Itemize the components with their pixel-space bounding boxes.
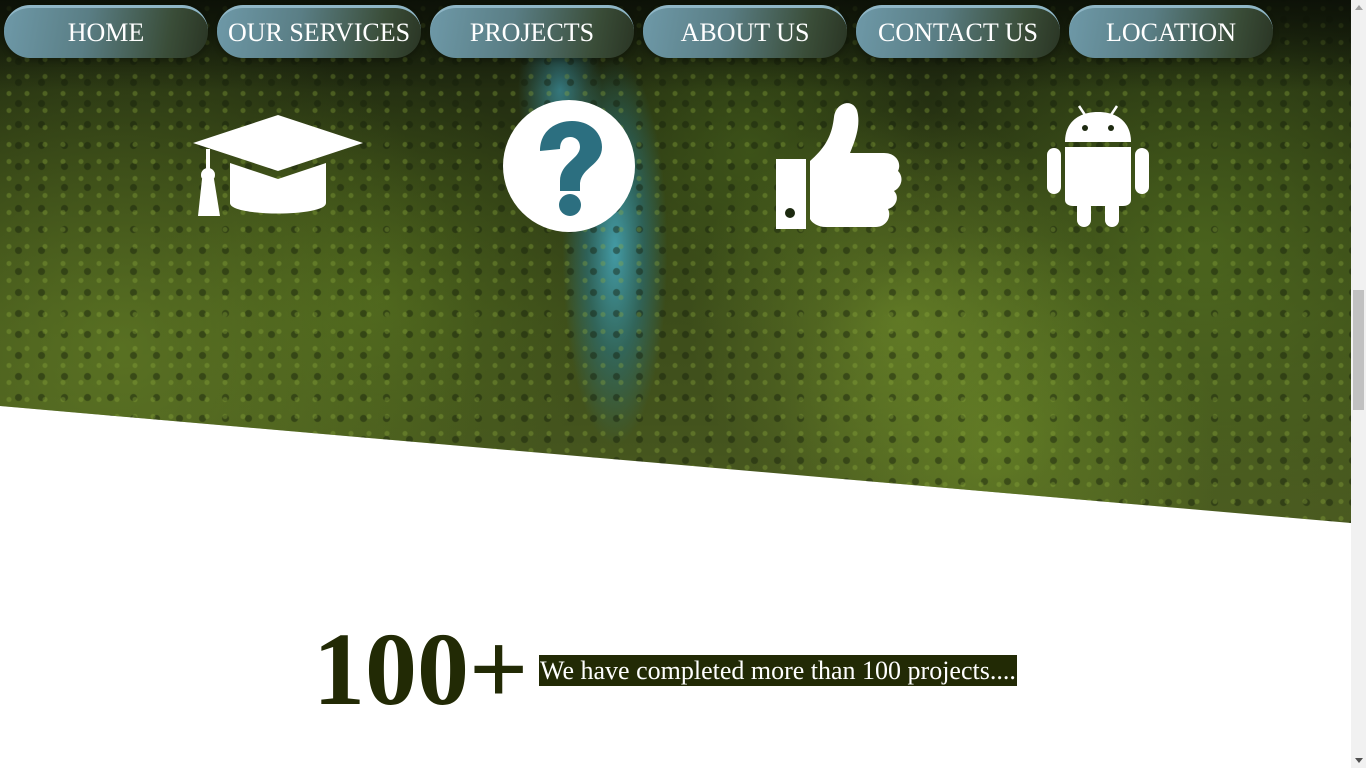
scrollbar-thumb[interactable] [1353,290,1364,410]
nav-location-button[interactable]: LOCATION [1069,5,1273,58]
vertical-scrollbar[interactable] [1351,0,1366,768]
nav-home-button[interactable]: HOME [4,5,208,58]
thumbs-up-icon [772,97,904,237]
page-content: HOME OUR SERVICES PROJECTS ABOUT US CONT… [0,0,1351,768]
nav-contact-us-button[interactable]: CONTACT US [856,5,1060,58]
question-circle-icon [502,99,636,233]
page: HOME OUR SERVICES PROJECTS ABOUT US CONT… [0,0,1366,768]
nav-about-us-button[interactable]: ABOUT US [643,5,847,58]
nav-projects-button[interactable]: PROJECTS [430,5,634,58]
graduation-cap-icon [192,113,365,218]
android-icon [1045,104,1151,228]
projects-description: We have completed more than 100 projects… [539,655,1017,686]
nav-our-services-button[interactable]: OUR SERVICES [217,5,421,58]
projects-count: 100+ [313,612,529,727]
main-nav: HOME OUR SERVICES PROJECTS ABOUT US CONT… [4,5,1273,58]
scroll-up-arrow-icon[interactable] [1355,5,1363,10]
scroll-down-arrow-icon[interactable] [1355,758,1363,763]
forest-hero-image [0,0,1351,523]
